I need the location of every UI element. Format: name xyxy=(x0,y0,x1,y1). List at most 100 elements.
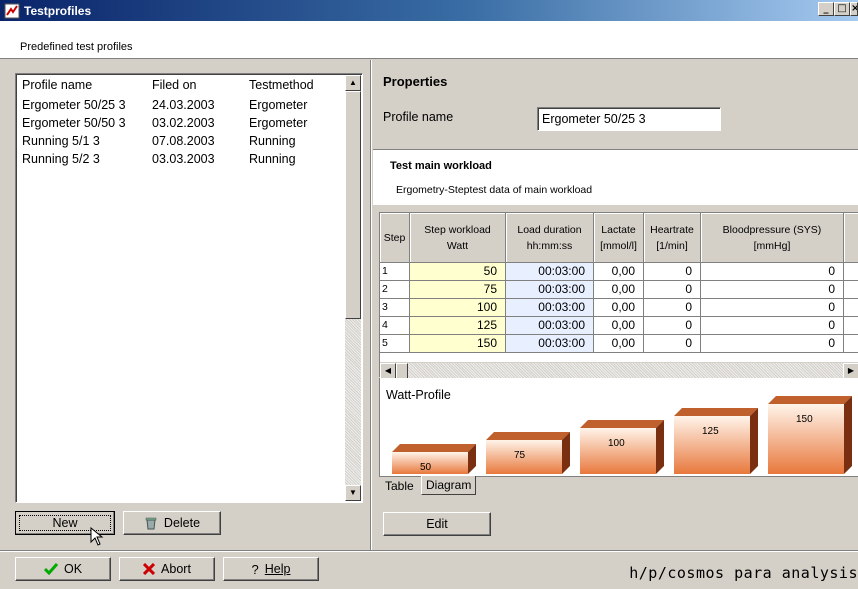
brand-logo-text: h/p/cosmos para analysis xyxy=(629,564,858,582)
bar-side xyxy=(750,408,758,474)
cell-load-duration[interactable]: 00:03:00 xyxy=(506,335,594,353)
table-horizontal-scrollbar[interactable]: ◀ ▶ xyxy=(380,362,858,379)
cell-extra[interactable] xyxy=(844,317,858,335)
cell-heartrate[interactable]: 0 xyxy=(644,317,701,335)
help-icon: ? xyxy=(251,561,259,577)
list-item-name: Running 5/2 3 xyxy=(22,152,100,166)
bar-top xyxy=(486,432,570,440)
cell-heartrate[interactable]: 0 xyxy=(644,263,701,281)
tab-table[interactable]: Table xyxy=(381,477,418,496)
cell-step-workload[interactable]: 150 xyxy=(410,335,506,353)
cell-extra[interactable] xyxy=(844,335,858,353)
bar-value-label: 150 xyxy=(796,414,813,425)
list-item-method: Running xyxy=(249,134,296,148)
cell-step: 3 xyxy=(380,299,410,317)
cell-bloodpressure[interactable]: 0 xyxy=(701,263,844,281)
header-line1: Load duration xyxy=(517,224,582,236)
help-button[interactable]: ? Help xyxy=(223,557,319,581)
list-item-date: 03.03.2003 xyxy=(152,152,215,166)
scroll-up-icon[interactable]: ▲ xyxy=(345,75,361,91)
cell-load-duration[interactable]: 00:03:00 xyxy=(506,281,594,299)
column-header-load-duration[interactable]: Load duration hh:mm:ss xyxy=(506,213,594,263)
cell-step: 1 xyxy=(380,263,410,281)
close-button[interactable]: × xyxy=(850,2,858,16)
cell-step-workload[interactable]: 50 xyxy=(410,263,506,281)
tab-diagram[interactable]: Diagram xyxy=(421,476,477,495)
header-line2: [mmol/l] xyxy=(600,240,637,252)
ok-button-label: OK xyxy=(63,562,83,576)
cell-bloodpressure[interactable]: 0 xyxy=(701,335,844,353)
cell-bloodpressure[interactable]: 0 xyxy=(701,281,844,299)
list-item[interactable]: Running 5/1 3 07.08.2003 Running xyxy=(16,132,346,150)
scroll-down-icon[interactable]: ▼ xyxy=(345,485,361,501)
cell-lactate[interactable]: 0,00 xyxy=(594,317,644,335)
header-line1: Step workload xyxy=(424,224,491,236)
cell-heartrate[interactable]: 0 xyxy=(644,281,701,299)
window-controls: _ □ × xyxy=(818,2,858,16)
abort-button[interactable]: Abort xyxy=(119,557,215,581)
cell-load-duration[interactable]: 00:03:00 xyxy=(506,263,594,281)
bar-top xyxy=(768,396,852,404)
chart-bar: 75 xyxy=(486,432,570,474)
ok-button[interactable]: OK xyxy=(15,557,111,581)
scroll-left-icon[interactable]: ◀ xyxy=(380,363,396,379)
cell-step-workload[interactable]: 100 xyxy=(410,299,506,317)
new-button-label: New xyxy=(52,516,78,530)
steps-table[interactable]: Step Step workload Watt Load duration hh… xyxy=(379,212,858,379)
cell-heartrate[interactable]: 0 xyxy=(644,335,701,353)
bottom-divider xyxy=(0,550,858,552)
scroll-right-icon[interactable]: ▶ xyxy=(843,363,858,379)
trash-icon xyxy=(145,517,157,530)
column-header-step-workload[interactable]: Step workload Watt xyxy=(410,213,506,263)
cell-step-workload[interactable]: 75 xyxy=(410,281,506,299)
list-item[interactable]: Ergometer 50/25 3 24.03.2003 Ergometer xyxy=(16,96,346,114)
panel-divider xyxy=(370,60,372,550)
bar-value-label: 100 xyxy=(608,438,625,449)
cell-bloodpressure[interactable]: 0 xyxy=(701,299,844,317)
list-item[interactable]: Ergometer 50/50 3 03.02.2003 Ergometer xyxy=(16,114,346,132)
column-header-lactate[interactable]: Lactate [mmol/l] xyxy=(594,213,644,263)
list-vertical-scrollbar[interactable]: ▲ ▼ xyxy=(345,75,361,501)
profile-list[interactable]: Profile name Filed on Testmethod Ergomet… xyxy=(15,73,363,503)
edit-button[interactable]: Edit xyxy=(383,512,491,536)
edit-button-label: Edit xyxy=(426,517,448,531)
cell-bloodpressure[interactable]: 0 xyxy=(701,317,844,335)
column-header-filed-on[interactable]: Filed on xyxy=(152,78,196,92)
bar-top xyxy=(580,420,664,428)
cell-heartrate[interactable]: 0 xyxy=(644,299,701,317)
cell-step-workload[interactable]: 125 xyxy=(410,317,506,335)
column-header-profile-name[interactable]: Profile name xyxy=(22,78,92,92)
list-item-method: Ergometer xyxy=(249,116,308,130)
column-header-bloodpressure[interactable]: Bloodpressure (SYS) [mmHg] xyxy=(701,213,844,263)
list-item[interactable]: Running 5/2 3 03.03.2003 Running xyxy=(16,150,346,168)
column-header-testmethod[interactable]: Testmethod xyxy=(249,78,314,92)
cell-lactate[interactable]: 0,00 xyxy=(594,335,644,353)
cell-load-duration[interactable]: 00:03:00 xyxy=(506,299,594,317)
scroll-thumb[interactable] xyxy=(345,91,361,319)
list-item-method: Ergometer xyxy=(249,98,308,112)
bar-value-label: 75 xyxy=(514,450,526,461)
cell-step: 4 xyxy=(380,317,410,335)
profile-name-input[interactable]: Ergometer 50/25 3 xyxy=(537,107,721,131)
scroll-thumb[interactable] xyxy=(396,363,408,379)
chart-bar: 50 xyxy=(392,444,476,474)
cell-load-duration[interactable]: 00:03:00 xyxy=(506,317,594,335)
list-item-name: Ergometer 50/25 3 xyxy=(22,98,126,112)
maximize-button[interactable]: □ xyxy=(834,2,850,16)
cell-lactate[interactable]: 0,00 xyxy=(594,281,644,299)
minimize-button[interactable]: _ xyxy=(818,2,834,16)
cell-extra[interactable] xyxy=(844,299,858,317)
column-header-extra xyxy=(844,213,858,263)
cell-lactate[interactable]: 0,00 xyxy=(594,299,644,317)
subheader: Predefined test profiles xyxy=(0,21,858,59)
cell-extra[interactable] xyxy=(844,263,858,281)
column-header-heartrate[interactable]: Heartrate [1/min] xyxy=(644,213,701,263)
bar-front xyxy=(580,428,656,474)
delete-button[interactable]: Delete xyxy=(123,511,221,535)
cell-lactate[interactable]: 0,00 xyxy=(594,263,644,281)
workload-title: Test main workload xyxy=(390,160,492,172)
cell-extra[interactable] xyxy=(844,281,858,299)
column-header-step[interactable]: Step xyxy=(380,213,410,263)
profile-name-label: Profile name xyxy=(383,110,454,124)
delete-button-label: Delete xyxy=(163,516,201,530)
